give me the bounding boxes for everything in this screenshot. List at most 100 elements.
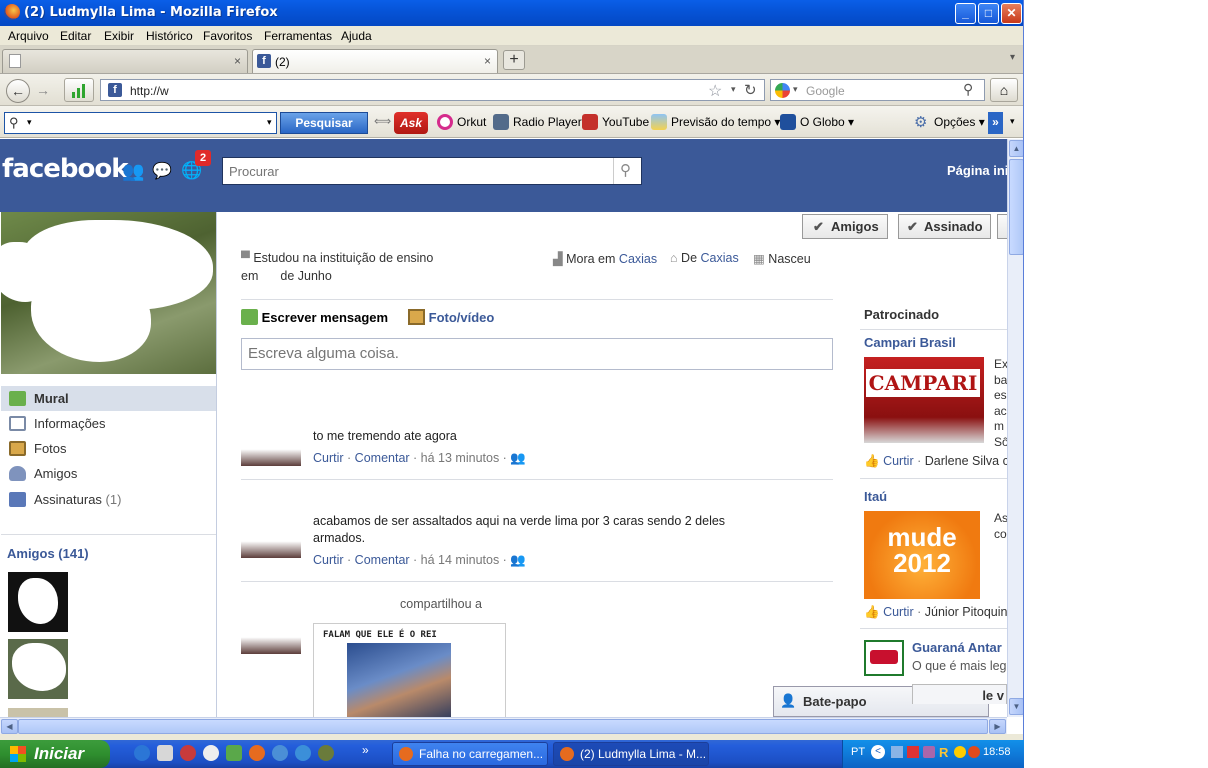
friend-thumb[interactable] xyxy=(8,572,68,632)
app-icon[interactable] xyxy=(180,745,196,761)
ask-search-input[interactable]: ⚲ ▾ ▾ xyxy=(4,112,277,134)
more-icons-chevron[interactable]: » xyxy=(362,743,369,757)
shared-image[interactable]: FALAM QUE ELE É O REI xyxy=(313,623,506,717)
resize-handle-icon[interactable]: ⟺ xyxy=(374,114,391,128)
facebook-logo[interactable]: facebook xyxy=(2,154,129,184)
horizontal-scrollbar[interactable]: ◀ ▶ xyxy=(0,717,1007,734)
menu-exibir[interactable]: Exibir xyxy=(104,29,134,43)
composer-input[interactable] xyxy=(248,345,818,362)
options-menu[interactable]: Opções ▾ xyxy=(934,115,985,129)
more-button[interactable] xyxy=(997,214,1007,239)
menu-favoritos[interactable]: Favoritos xyxy=(203,29,252,43)
url-dropdown-icon[interactable]: ▾ xyxy=(731,84,736,95)
url-bar[interactable]: f http://w ☆ ▾ ↻ xyxy=(100,79,765,101)
friend-requests-icon[interactable]: 👥 xyxy=(122,161,144,182)
tray-icon[interactable] xyxy=(954,746,966,758)
friend-thumb[interactable] xyxy=(8,708,68,717)
friends-header[interactable]: Amigos (141) xyxy=(7,546,89,561)
nav-fotos[interactable]: Fotos xyxy=(1,436,216,461)
tray-icon[interactable] xyxy=(907,746,919,758)
guarana-logo-icon[interactable] xyxy=(864,640,904,676)
new-tab-button[interactable]: + xyxy=(503,50,525,70)
tray-icon[interactable] xyxy=(891,746,903,758)
scroll-thumb[interactable] xyxy=(18,719,988,734)
scroll-thumb[interactable] xyxy=(1009,159,1023,255)
scroll-down-icon[interactable]: ▼ xyxy=(1009,698,1023,715)
from-city-link[interactable]: Caxias xyxy=(701,251,739,265)
language-indicator[interactable]: PT xyxy=(851,746,865,758)
play-icon[interactable] xyxy=(295,745,311,761)
reload-icon[interactable]: ↻ xyxy=(744,81,757,99)
like-link[interactable]: Curtir xyxy=(313,451,344,465)
close-button[interactable]: ✕ xyxy=(1001,3,1022,24)
pesquisar-button[interactable]: Pesquisar xyxy=(280,112,368,134)
comment-link[interactable]: Comentar xyxy=(355,451,410,465)
tray-r-icon[interactable]: R xyxy=(939,745,948,760)
bookmark-star-icon[interactable]: ☆ xyxy=(708,81,722,101)
post-avatar[interactable] xyxy=(241,438,301,466)
post-time[interactable]: há 14 minutos xyxy=(421,553,500,567)
tray-icon[interactable] xyxy=(923,746,935,758)
menu-arquivo[interactable]: Arquivo xyxy=(8,29,49,43)
orkut-link[interactable]: Orkut xyxy=(457,115,486,129)
magnifier-icon[interactable]: ⚲ xyxy=(963,81,973,98)
tab-close-icon[interactable]: × xyxy=(234,54,241,68)
taskbar-item-2[interactable]: (2) Ludmylla Lima - M... xyxy=(553,742,709,766)
radio-player-link[interactable]: Radio Player xyxy=(513,115,582,129)
comment-link[interactable]: Comentar xyxy=(355,553,410,567)
ad-campari-title[interactable]: Campari Brasil xyxy=(864,335,956,350)
oglobo-link[interactable]: O Globo ▾ xyxy=(800,115,854,129)
menu-historico[interactable]: Histórico xyxy=(146,29,193,43)
nav-mural[interactable]: Mural xyxy=(1,386,216,411)
ask-dropdown-icon[interactable]: ▾ xyxy=(267,117,272,128)
forward-button[interactable]: → xyxy=(36,82,50,98)
menu-ajuda[interactable]: Ajuda xyxy=(341,29,372,43)
ad-itau-image[interactable]: mude 2012 xyxy=(864,511,980,599)
tab-1[interactable]: × xyxy=(2,49,248,73)
tray-expand-icon[interactable]: < xyxy=(871,745,885,759)
ask-logo-button[interactable]: Ask xyxy=(394,112,428,134)
ie-icon[interactable] xyxy=(134,745,150,761)
network-icon[interactable] xyxy=(272,745,288,761)
search-button[interactable]: ⚲ xyxy=(613,158,641,184)
profile-picture[interactable] xyxy=(1,212,216,374)
weather-link[interactable]: Previsão do tempo ▾ xyxy=(671,115,780,129)
messenger-icon[interactable] xyxy=(226,745,242,761)
scroll-left-icon[interactable]: ◀ xyxy=(1,719,18,734)
nav-amigos[interactable]: Amigos xyxy=(1,461,216,486)
more-chevron-button[interactable]: » xyxy=(988,112,1003,134)
ad-guarana-title[interactable]: Guaraná Antar xyxy=(912,640,1002,655)
scroll-right-icon[interactable]: ▶ xyxy=(989,719,1006,734)
youtube-link[interactable]: YouTube xyxy=(602,115,649,129)
like-link[interactable]: Curtir xyxy=(313,553,344,567)
nav-assinaturas[interactable]: Assinaturas (1) xyxy=(1,487,216,512)
vertical-scrollbar[interactable]: ▲ ▼ xyxy=(1007,139,1023,717)
post-avatar[interactable] xyxy=(241,530,301,558)
web-search-box[interactable]: ▾ Google ⚲ xyxy=(770,79,985,101)
ad-itau-title[interactable]: Itaú xyxy=(864,489,887,504)
game-icon[interactable] xyxy=(318,745,334,761)
menu-ferramentas[interactable]: Ferramentas xyxy=(264,29,332,43)
chat-tab[interactable]: le v xyxy=(912,684,1007,704)
facebook-search-input[interactable] xyxy=(229,162,609,180)
taskbar-item-1[interactable]: Falha no carregamen... xyxy=(392,742,548,766)
write-message-tab[interactable]: Escrever mensagem xyxy=(241,309,388,325)
start-button[interactable]: Iniciar xyxy=(0,740,110,768)
ad-campari-image[interactable]: CAMPARI xyxy=(864,357,984,443)
menu-editar[interactable]: Editar xyxy=(60,29,91,43)
subscribed-button[interactable]: ✔ Assinado xyxy=(898,214,991,239)
tab-close-icon[interactable]: × xyxy=(484,54,491,68)
tab-2[interactable]: f (2) × xyxy=(252,49,498,73)
signal-icon[interactable] xyxy=(64,78,94,102)
lives-city-link[interactable]: Caxias xyxy=(619,252,657,266)
home-button[interactable]: ⌂ xyxy=(990,78,1018,102)
home-link[interactable]: Página ini xyxy=(947,163,1007,178)
post-avatar[interactable] xyxy=(241,626,301,654)
messages-icon[interactable]: 💬 xyxy=(152,161,172,181)
tab-list-icon[interactable]: ▾ xyxy=(1010,52,1015,63)
post-time[interactable]: há 13 minutos xyxy=(421,451,500,465)
friend-thumb[interactable] xyxy=(8,639,68,699)
minimize-button[interactable]: _ xyxy=(955,3,976,24)
media-icon[interactable] xyxy=(203,745,219,761)
maximize-button[interactable]: □ xyxy=(978,3,999,24)
